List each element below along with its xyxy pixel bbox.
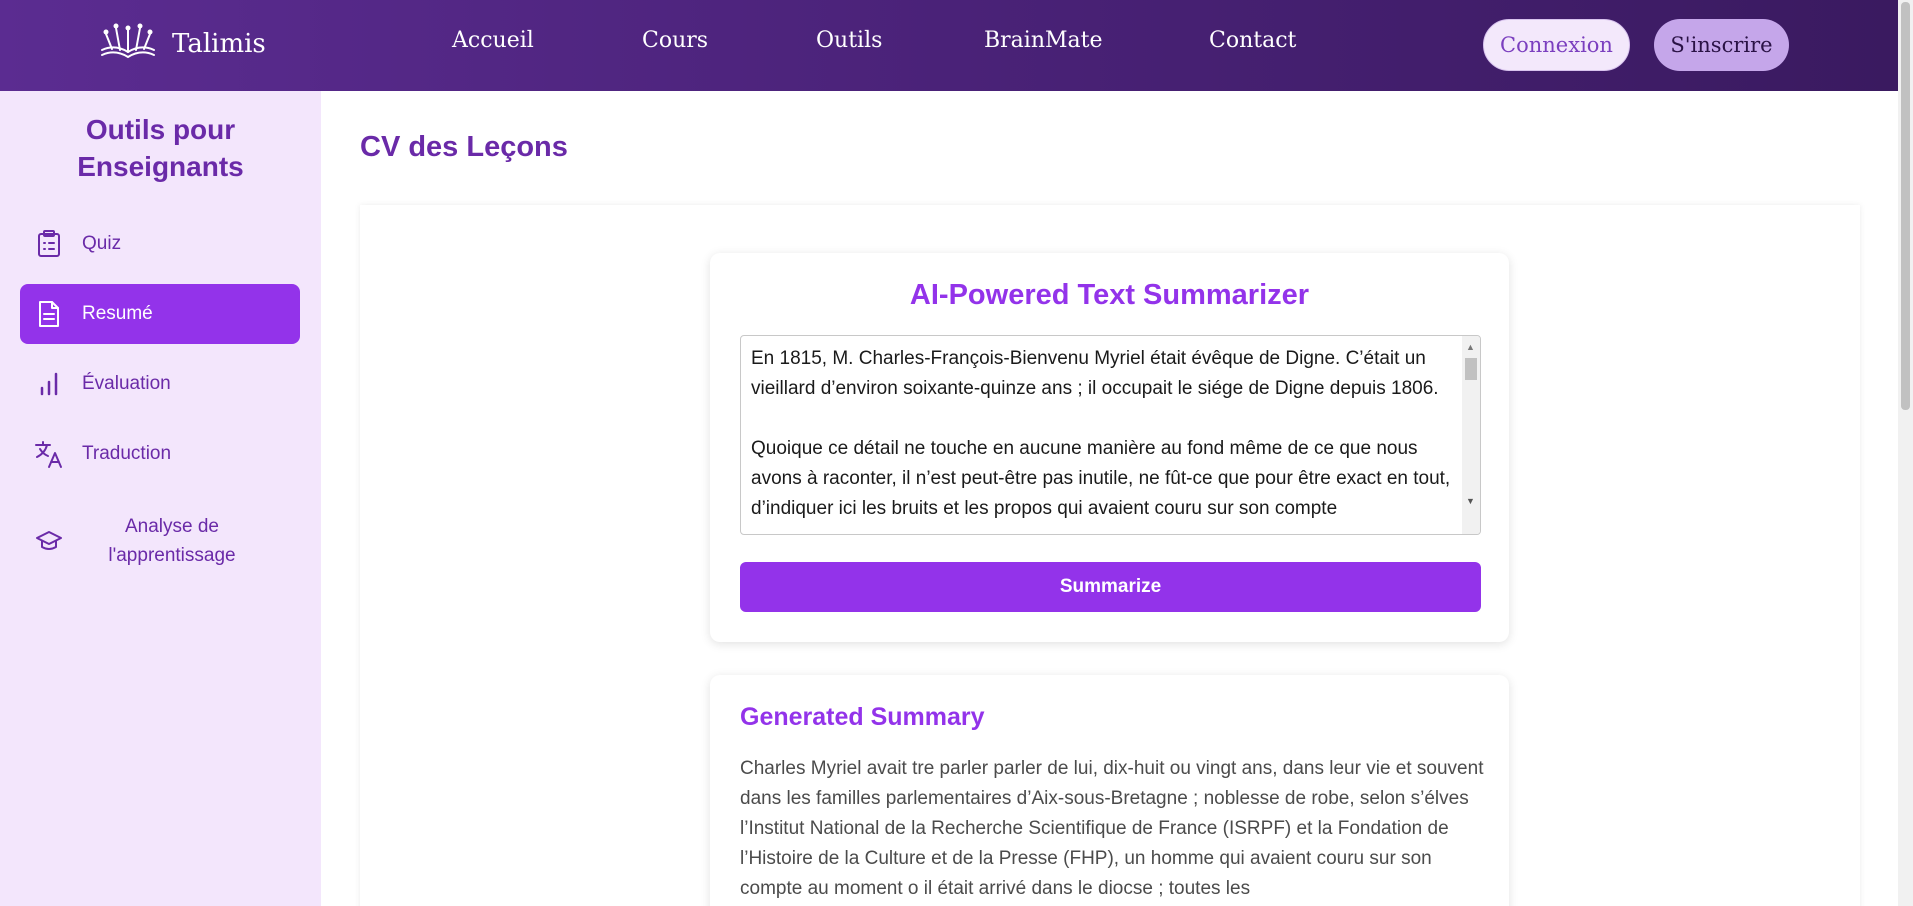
summary-title: Generated Summary xyxy=(740,703,985,731)
sidebar-title-text: Outils pour Enseignants xyxy=(77,114,244,182)
sidebar-item-label: Traduction xyxy=(82,443,172,464)
top-navbar: Talimis Accueil Cours Outils BrainMate C… xyxy=(0,0,1898,91)
page-title: CV des Leçons xyxy=(360,131,568,163)
bar-chart-icon xyxy=(34,369,64,399)
summary-card: Generated Summary Charles Myriel avait t… xyxy=(710,675,1509,906)
book-tree-logo-icon xyxy=(98,22,158,67)
document-icon xyxy=(34,299,64,329)
brand-name: Talimis xyxy=(172,29,266,59)
sidebar-item-traduction[interactable]: Traduction xyxy=(20,424,300,484)
nav-cours[interactable]: Cours xyxy=(642,28,708,53)
text-input-area[interactable]: En 1815, M. Charles-François-Bienvenu My… xyxy=(740,335,1481,535)
sidebar-item-label: Évaluation xyxy=(82,373,171,394)
brand-logo-link[interactable]: Talimis xyxy=(98,22,266,66)
nav-accueil[interactable]: Accueil xyxy=(452,28,534,53)
translate-icon xyxy=(34,439,64,469)
sidebar-title: Outils pour Enseignants xyxy=(0,111,321,185)
textarea-scroll-thumb[interactable] xyxy=(1465,358,1477,380)
sidebar-item-quiz[interactable]: Quiz xyxy=(20,214,300,274)
sidebar-item-evaluation[interactable]: Évaluation xyxy=(20,354,300,414)
graduation-cap-icon xyxy=(34,526,64,556)
login-button[interactable]: Connexion xyxy=(1483,19,1630,71)
signup-button[interactable]: S'inscrire xyxy=(1654,19,1789,71)
nav-contact[interactable]: Contact xyxy=(1209,28,1296,53)
textarea-scrollbar[interactable]: ▲ ▼ xyxy=(1462,336,1480,534)
sidebar-item-analyse[interactable]: Analyse de l'apprentissage xyxy=(20,501,300,581)
page-scrollbar[interactable] xyxy=(1898,0,1913,906)
scroll-up-arrow-icon[interactable]: ▲ xyxy=(1466,342,1475,352)
clipboard-list-icon xyxy=(34,229,64,259)
sidebar-item-label: Resumé xyxy=(82,303,153,324)
nav-brainmate[interactable]: BrainMate xyxy=(984,28,1103,53)
scrollbar-thumb[interactable] xyxy=(1901,2,1910,410)
scroll-down-arrow-icon[interactable]: ▼ xyxy=(1466,496,1475,506)
summarizer-title: AI-Powered Text Summarizer xyxy=(909,279,1310,311)
text-input-content[interactable]: En 1815, M. Charles-François-Bienvenu My… xyxy=(751,344,1456,524)
sidebar: Outils pour Enseignants Quiz Resumé Éval… xyxy=(0,91,321,906)
summarize-button[interactable]: Summarize xyxy=(740,562,1481,612)
sidebar-item-label: Analyse de l'apprentissage xyxy=(108,516,236,566)
summarizer-card: AI-Powered Text Summarizer En 1815, M. C… xyxy=(710,253,1509,642)
summary-text: Charles Myriel avait tre parler parler d… xyxy=(740,758,1484,899)
sidebar-item-label: Quiz xyxy=(82,233,122,254)
nav-outils[interactable]: Outils xyxy=(816,28,882,53)
sidebar-item-resume[interactable]: Resumé xyxy=(20,284,300,344)
